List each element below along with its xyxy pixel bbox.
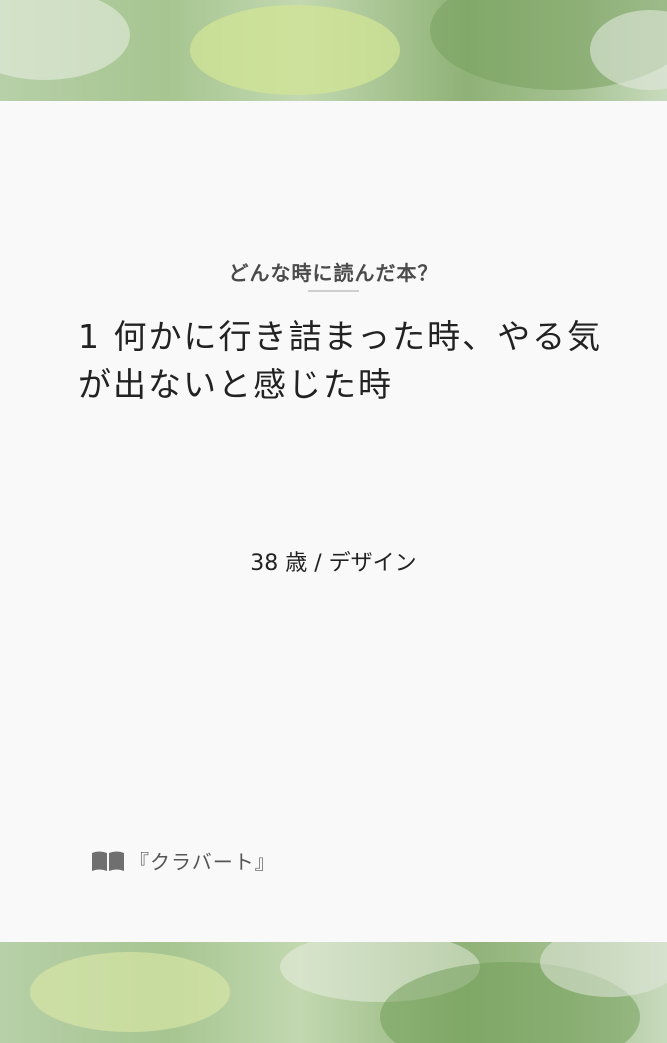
- open-book-icon: [92, 851, 124, 871]
- watercolor-blob: [190, 5, 400, 95]
- card: どんな時に読んだ本？ 1 何かに行き詰まった時、やる気が出ないと感じた時 38 …: [0, 101, 667, 942]
- book-reference: 『クラバート』: [91, 846, 276, 875]
- watercolor-blob: [30, 952, 230, 1032]
- answer-text: 1 何かに行き詰まった時、やる気が出ないと感じた時: [78, 317, 603, 404]
- question-underline: [308, 290, 359, 292]
- top-watercolor-band: [0, 0, 667, 101]
- respondent-meta: 38 歳 / デザイン: [250, 551, 417, 576]
- book-title: 『クラバート』: [129, 850, 276, 874]
- bottom-watercolor-band: [0, 942, 667, 1043]
- watercolor-blob: [0, 0, 130, 80]
- question-heading: どんな時に読んだ本？: [228, 261, 439, 285]
